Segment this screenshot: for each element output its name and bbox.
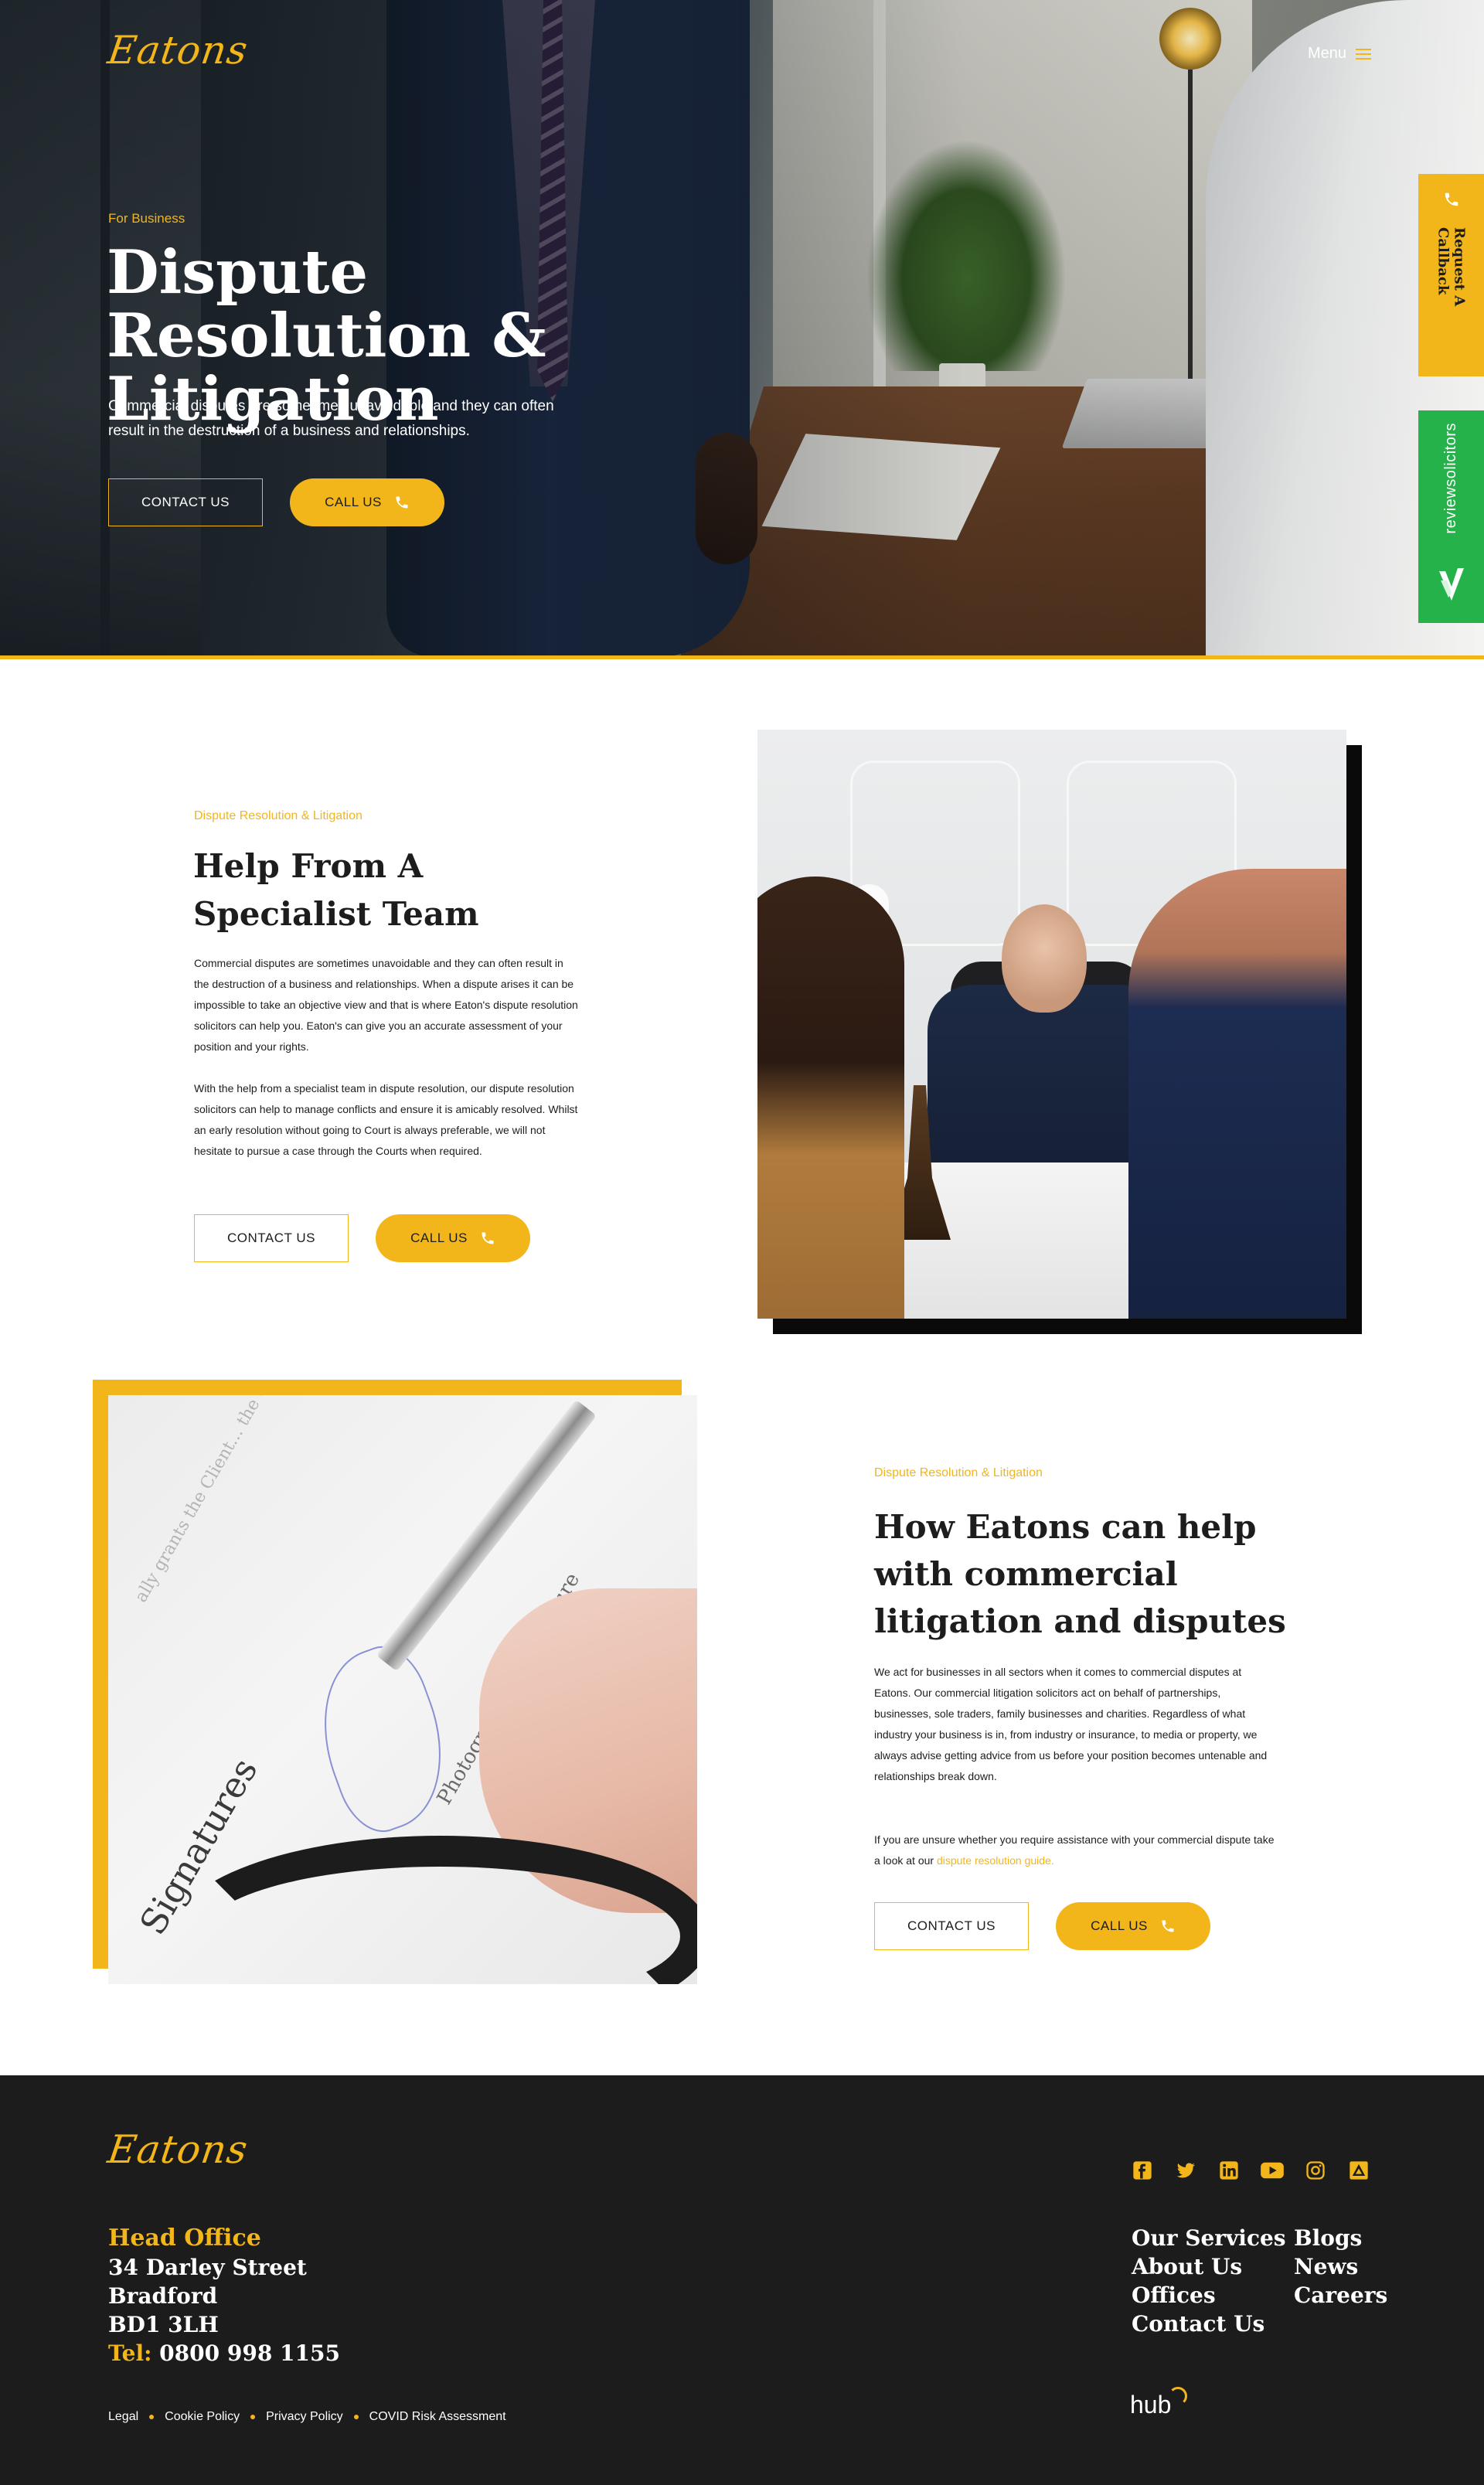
legal-links: Legal Cookie Policy Privacy Policy COVID… xyxy=(108,2410,506,2424)
hero-eyebrow: For Business xyxy=(108,211,186,226)
youtube-icon[interactable] xyxy=(1260,2158,1285,2183)
hub-signal-icon xyxy=(1169,2387,1187,2405)
request-callback-tab[interactable]: Request A Callback xyxy=(1418,174,1484,376)
section1-contact-label: CONTACT US xyxy=(227,1231,315,1245)
reviewsolicitors-label: reviewsolicitors xyxy=(1442,423,1459,534)
linkedin-icon[interactable] xyxy=(1217,2158,1241,2183)
reviewsolicitors-tab[interactable]: reviewsolicitors xyxy=(1418,410,1484,623)
section2-paragraph-1: We act for businesses in all sectors whe… xyxy=(874,1666,1268,1782)
covid-risk-assessment-link[interactable]: COVID Risk Assessment xyxy=(369,2410,506,2424)
footer-link-our-services[interactable]: Our Services xyxy=(1132,2224,1286,2252)
footer-nav-secondary: Blogs News Careers xyxy=(1294,2224,1387,2310)
section2-contact-button[interactable]: CONTACT US xyxy=(874,1902,1029,1950)
section2-eyebrow: Dispute Resolution & Litigation xyxy=(874,1466,1043,1479)
privacy-policy-link[interactable]: Privacy Policy xyxy=(266,2410,343,2424)
section2-call-label: CALL US xyxy=(1091,1918,1148,1933)
address-line-3: BD1 3LH xyxy=(108,2312,219,2337)
hero-text: Commercial disputes are sometimes unavoi… xyxy=(108,398,554,439)
telephone-label: Tel: xyxy=(108,2340,152,2366)
phone-icon xyxy=(1160,1918,1176,1934)
cookie-policy-link[interactable]: Cookie Policy xyxy=(165,2410,240,2424)
phone-icon xyxy=(394,495,410,510)
logo[interactable]: Eatons xyxy=(105,28,251,73)
separator-dot xyxy=(250,2415,256,2419)
section1-eyebrow: Dispute Resolution & Litigation xyxy=(194,809,362,822)
telephone-number: 0800 998 1155 xyxy=(159,2340,340,2366)
footer-nav-primary: Our Services About Us Offices Contact Us xyxy=(1132,2224,1286,2338)
footer-link-about-us[interactable]: About Us xyxy=(1132,2252,1286,2281)
hero-call-label: CALL US xyxy=(325,495,382,509)
footer-link-news[interactable]: News xyxy=(1294,2252,1387,2281)
section2-title: How Eatons can help with commercial liti… xyxy=(874,1508,1286,1640)
section1-meeting-image xyxy=(757,730,1346,1319)
image-text-faint: ally grants the Client... the Client pay… xyxy=(131,1395,318,1606)
footer-link-offices[interactable]: Offices xyxy=(1132,2281,1286,2310)
legal500-icon[interactable] xyxy=(1346,2158,1371,2183)
address-line-2: Bradford xyxy=(108,2283,218,2309)
hamburger-icon xyxy=(1356,48,1372,60)
section2-signing-image: ally grants the Client... the Client pay… xyxy=(108,1395,697,1984)
address-line-1: 34 Darley Street xyxy=(108,2255,307,2280)
facebook-icon[interactable] xyxy=(1130,2158,1155,2183)
instagram-icon[interactable] xyxy=(1303,2158,1328,2183)
dispute-guide-link[interactable]: dispute resolution guide. xyxy=(937,1854,1054,1867)
social-links xyxy=(1130,2158,1371,2183)
legal-link[interactable]: Legal xyxy=(108,2410,138,2424)
footer-logo[interactable]: Eatons xyxy=(105,2127,251,2172)
section2-paragraph-2: If you are unsure whether you require as… xyxy=(874,1830,1276,1871)
footer-link-careers[interactable]: Careers xyxy=(1294,2281,1387,2310)
separator-dot xyxy=(149,2415,155,2419)
reviewsolicitors-logo-icon xyxy=(1436,565,1467,609)
head-office-heading: Head Office xyxy=(108,2225,261,2252)
hub-logo[interactable]: hub xyxy=(1130,2391,1171,2419)
section2-call-button[interactable]: CALL US xyxy=(1056,1902,1210,1950)
hero-contact-button[interactable]: CONTACT US xyxy=(108,478,263,526)
section2-contact-label: CONTACT US xyxy=(907,1918,996,1933)
menu-label: Menu xyxy=(1308,45,1347,62)
separator-dot xyxy=(353,2415,359,2419)
hero-call-button[interactable]: CALL US xyxy=(290,478,444,526)
section1-call-button[interactable]: CALL US xyxy=(376,1214,530,1262)
section1-contact-button[interactable]: CONTACT US xyxy=(194,1214,349,1262)
footer-link-contact-us[interactable]: Contact Us xyxy=(1132,2310,1286,2338)
footer-link-blogs[interactable]: Blogs xyxy=(1294,2224,1387,2252)
twitter-icon[interactable] xyxy=(1173,2158,1198,2183)
phone-icon xyxy=(480,1231,495,1246)
phone-icon xyxy=(1443,191,1460,212)
section1-paragraph-2: With the help from a specialist team in … xyxy=(194,1082,578,1157)
section1-call-label: CALL US xyxy=(410,1231,468,1245)
hero-accent-line xyxy=(0,655,1484,659)
hero-contact-label: CONTACT US xyxy=(141,495,230,509)
request-callback-label: Request A Callback xyxy=(1435,227,1468,307)
section2-paragraph-2-text: If you are unsure whether you require as… xyxy=(874,1833,1275,1867)
section1-title: Help From A Specialist Team xyxy=(193,847,479,933)
menu-button[interactable]: Menu xyxy=(1308,45,1372,63)
telephone[interactable]: Tel: 0800 998 1155 xyxy=(108,2340,340,2366)
section1-paragraph-1: Commercial disputes are sometimes unavoi… xyxy=(194,957,578,1053)
